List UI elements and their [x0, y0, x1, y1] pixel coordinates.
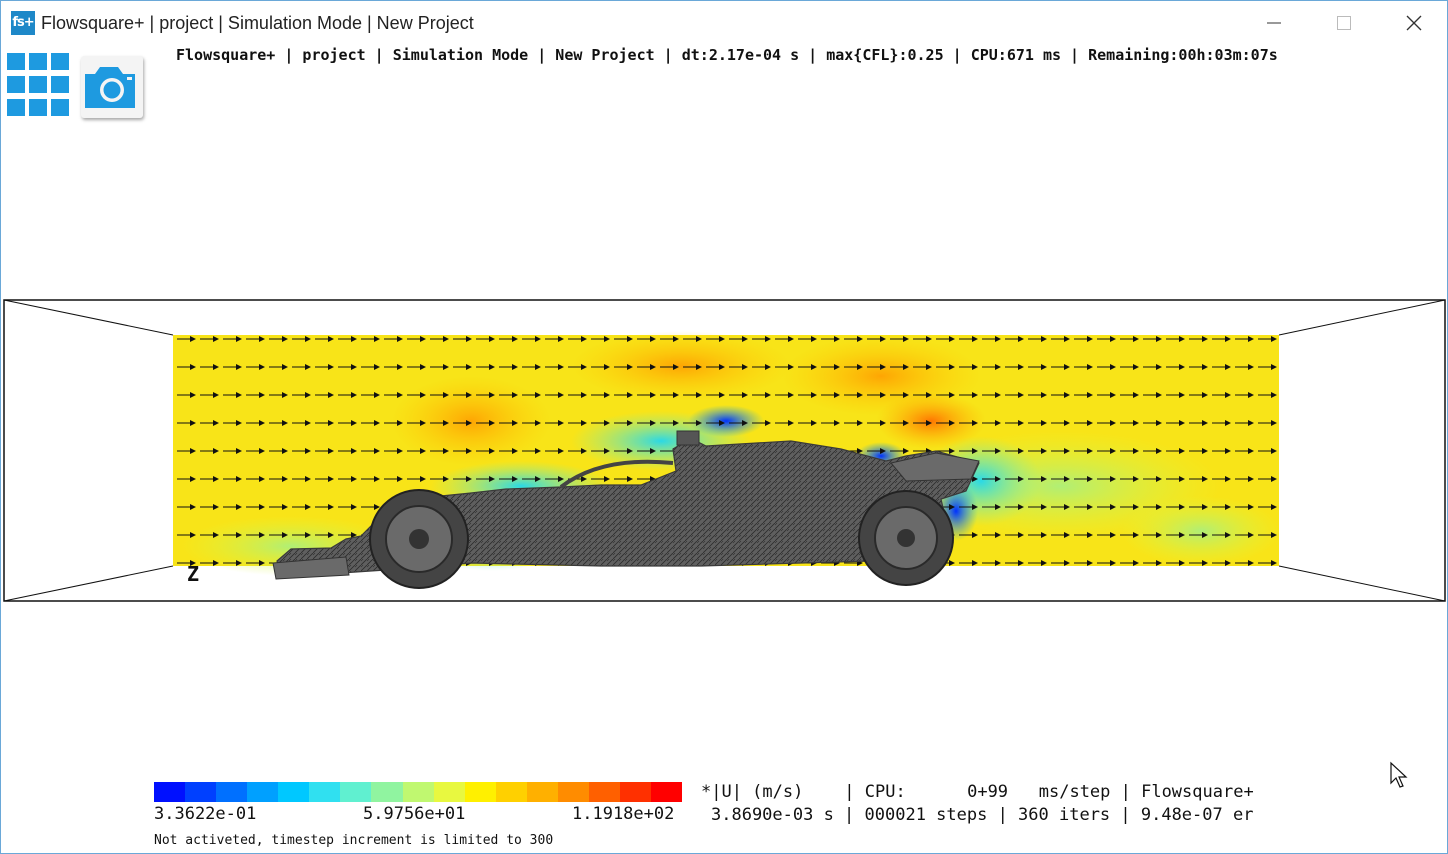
legend-color-cell [154, 782, 186, 802]
legend-mid-value: 5.9756e+01 [363, 804, 466, 824]
legend-color-cell [185, 782, 217, 802]
title-bar: fs+ Flowsquare+ | project | Simulation M… [1, 1, 1447, 45]
legend-color-cell [619, 782, 651, 802]
legend-color-cell [278, 782, 310, 802]
legend-color-cell [557, 782, 589, 802]
legend-color-cell [651, 782, 683, 802]
info-line-1: *|U| (m/s) | CPU: 0+99 ms/step | Flowsqu… [701, 782, 1254, 802]
legend-color-cell [526, 782, 558, 802]
legend-color-cell [402, 782, 434, 802]
legend-color-cell [309, 782, 341, 802]
status-note: Not activeted, timestep increment is lim… [154, 833, 554, 848]
camera-icon [85, 67, 135, 108]
close-button[interactable] [1379, 1, 1447, 45]
simulation-viewport[interactable] [1, 297, 1448, 607]
info-line-2: 3.8690e-03 s | 000021 steps | 360 iters … [711, 805, 1254, 825]
legend-color-cell [464, 782, 496, 802]
app-icon: fs+ [11, 11, 35, 35]
color-legend-bar [154, 782, 683, 802]
axis-label: Z [187, 562, 200, 586]
legend-color-cell [371, 782, 403, 802]
legend-min-value: 3.3622e-01 [154, 804, 257, 824]
legend-color-cell [588, 782, 620, 802]
legend-color-cell [247, 782, 279, 802]
maximize-icon [1337, 16, 1351, 30]
legend-color-cell [216, 782, 248, 802]
front-wheel [369, 489, 469, 589]
minimize-button[interactable] [1239, 1, 1309, 45]
legend-color-cell [495, 782, 527, 802]
window-title: Flowsquare+ | project | Simulation Mode … [41, 13, 474, 33]
maximize-button[interactable] [1309, 1, 1379, 45]
rear-wheel [858, 490, 954, 586]
grid-menu-button[interactable] [7, 53, 73, 117]
mouse-cursor-icon [1390, 761, 1408, 788]
app-window: fs+ Flowsquare+ | project | Simulation M… [0, 0, 1448, 854]
minimize-icon [1267, 22, 1281, 24]
close-icon [1406, 15, 1422, 31]
screenshot-button[interactable] [81, 56, 143, 118]
legend-color-cell [433, 782, 465, 802]
legend-color-cell [340, 782, 372, 802]
legend-max-value: 1.1918e+02 [572, 804, 675, 824]
simulation-status-text: Flowsquare+ | project | Simulation Mode … [176, 46, 1278, 64]
